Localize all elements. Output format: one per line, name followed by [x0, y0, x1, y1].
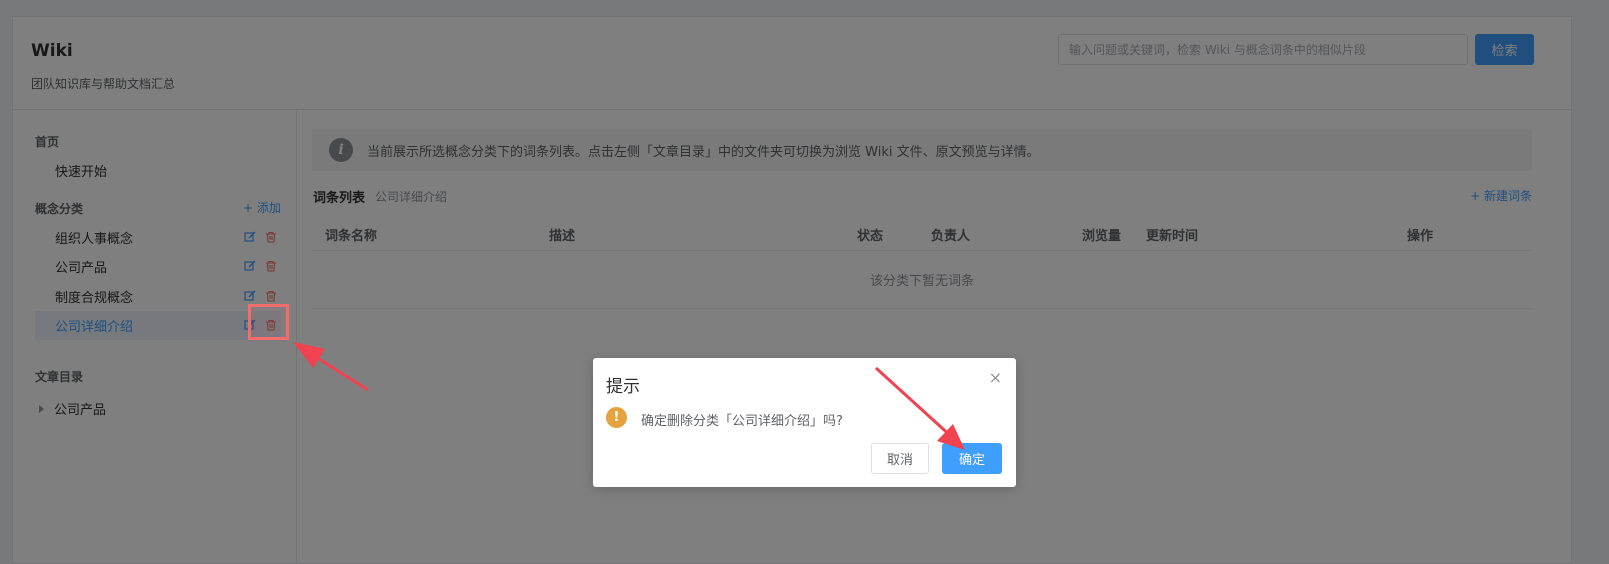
annotation-highlight-box [248, 304, 289, 340]
confirm-button[interactable]: 确定 [942, 443, 1002, 474]
close-icon[interactable]: × [989, 368, 1002, 387]
confirm-dialog: 提示 × ! 确定删除分类「公司详细介绍」吗? 取消 确定 [593, 358, 1016, 487]
warning-icon: ! [606, 407, 627, 428]
dialog-title: 提示 [606, 377, 640, 397]
cancel-button[interactable]: 取消 [871, 443, 929, 474]
dialog-message: 确定删除分类「公司详细介绍」吗? [641, 414, 843, 429]
